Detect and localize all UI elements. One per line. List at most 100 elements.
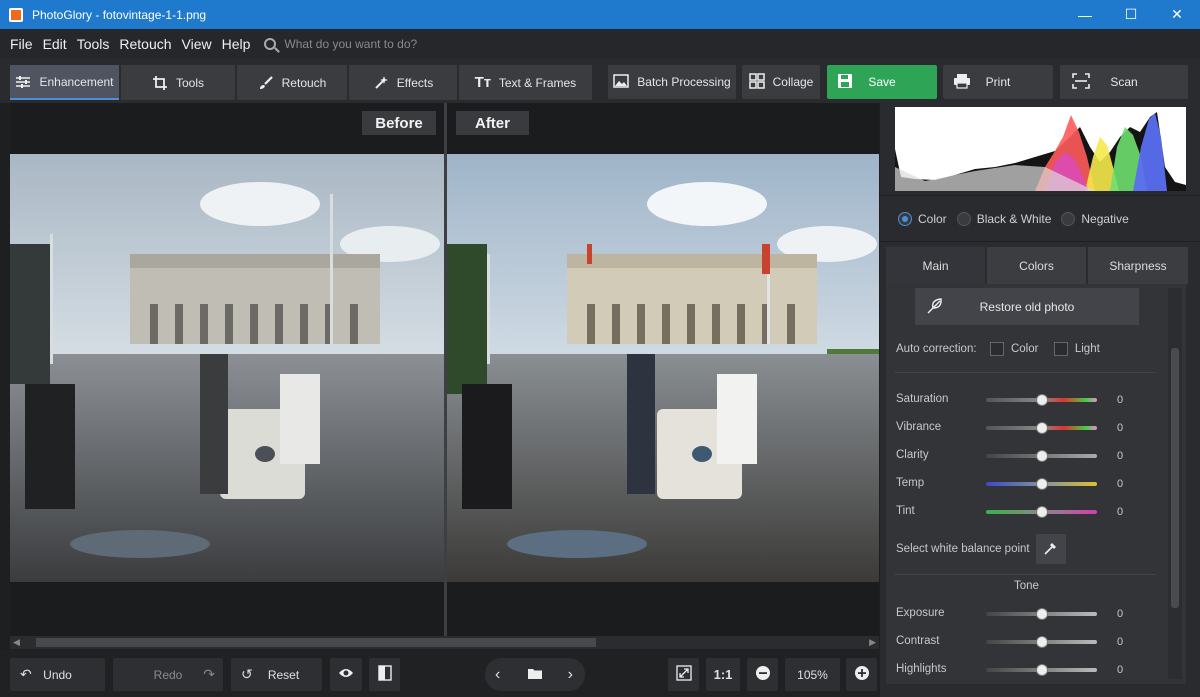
maximize-button[interactable]: ☐ [1108, 0, 1154, 29]
split-view-icon [377, 665, 392, 684]
horizontal-scrollbar[interactable]: ◀ ▶ [10, 636, 879, 649]
search-input[interactable] [284, 37, 485, 51]
scan-button[interactable]: Scan [1060, 65, 1188, 99]
panel-scrollbar[interactable] [1168, 288, 1182, 679]
mode-color-radio[interactable]: Color [898, 212, 947, 226]
tab-label: Text & Frames [498, 75, 577, 90]
photo-canvas[interactable]: Before After [10, 103, 879, 637]
save-button[interactable]: Save [827, 65, 937, 99]
clarity-knob[interactable] [1036, 450, 1048, 462]
menu-help[interactable]: Help [222, 36, 251, 52]
prev-file-icon[interactable]: ‹ [495, 666, 500, 684]
mode-bw-radio[interactable]: Black & White [956, 212, 1051, 226]
vibrance-knob[interactable] [1036, 422, 1048, 434]
auto-light-checkbox[interactable]: Light [1053, 342, 1100, 356]
menu-retouch[interactable]: Retouch [119, 36, 171, 52]
vibrance-label: Vibrance [896, 421, 942, 433]
tab-label: Effects [396, 75, 434, 90]
zoom-out-button[interactable] [747, 658, 778, 691]
compare-button[interactable] [369, 658, 400, 691]
tab-sharpness[interactable]: Sharpness [1088, 247, 1188, 284]
next-file-icon[interactable]: › [568, 666, 573, 684]
tab-label: Enhancement [39, 74, 114, 89]
close-icon: ✕ [1171, 6, 1183, 22]
checkbox-label: Light [1074, 343, 1100, 356]
zoom-in-icon [854, 665, 870, 684]
highlights-value: 0 [1117, 664, 1124, 676]
restore-old-photo-button[interactable]: Restore old photo [915, 288, 1139, 325]
redo-icon: ↷ [203, 666, 215, 682]
highlights-label: Highlights [896, 663, 947, 675]
batch-processing-button[interactable]: Batch Processing [608, 65, 736, 99]
scroll-left-icon[interactable]: ◀ [13, 637, 20, 648]
menu-view[interactable]: View [182, 36, 212, 52]
menu-edit[interactable]: Edit [43, 36, 67, 52]
auto-correction-label: Auto correction: [896, 343, 977, 356]
floppy-disk-icon [837, 73, 853, 92]
tint-knob[interactable] [1036, 506, 1048, 518]
search-area [264, 37, 485, 51]
panel-scroll-thumb[interactable] [1171, 348, 1179, 608]
bottom-bar: ↶ Undo Redo ↷ ↺ Reset ‹ › 1:1 105% [0, 650, 880, 697]
contrast-value: 0 [1117, 636, 1124, 648]
saturation-knob[interactable] [1036, 394, 1048, 406]
tone-heading: Tone [1014, 580, 1039, 592]
contrast-knob[interactable] [1036, 636, 1048, 648]
undo-button[interactable]: ↶ Undo [10, 658, 105, 691]
temp-knob[interactable] [1036, 478, 1048, 490]
main-settings: Restore old photo Auto correction: Color… [886, 284, 1186, 684]
tab-effects[interactable]: Effects [349, 65, 457, 100]
minimize-button[interactable]: — [1062, 0, 1108, 29]
zoom-in-button[interactable] [846, 658, 877, 691]
search-icon [264, 38, 277, 50]
radio-dot [1061, 212, 1076, 226]
menu-tools[interactable]: Tools [77, 36, 110, 52]
scroll-thumb[interactable] [36, 638, 596, 647]
exposure-value: 0 [1117, 608, 1124, 620]
collage-icon [748, 72, 765, 92]
menu-file[interactable]: File [10, 36, 33, 52]
exposure-label: Exposure [896, 607, 945, 619]
exposure-knob[interactable] [1036, 608, 1048, 620]
tab-tools[interactable]: Tools [121, 65, 235, 100]
auto-color-checkbox[interactable]: Color [989, 342, 1038, 356]
radio-dot [956, 212, 971, 226]
collage-button[interactable]: Collage [742, 65, 820, 99]
folder-icon[interactable] [527, 667, 543, 683]
mode-negative-radio[interactable]: Negative [1061, 212, 1129, 226]
app-logo-icon [9, 7, 23, 22]
tab-main[interactable]: Main [886, 247, 985, 284]
sliders-icon [15, 74, 31, 90]
print-button[interactable]: Print [943, 65, 1053, 99]
zoom-out-icon [755, 665, 771, 684]
tab-retouch[interactable]: Retouch [237, 65, 347, 100]
divider [894, 574, 1156, 575]
file-navigation: ‹ › [485, 658, 585, 691]
undo-icon: ↶ [20, 666, 32, 682]
close-button[interactable]: ✕ [1154, 0, 1200, 29]
scan-label: Scan [1110, 75, 1138, 89]
redo-button[interactable]: Redo ↷ [113, 658, 223, 691]
tab-label: Tools [175, 75, 204, 90]
white-balance-picker-button[interactable] [1036, 534, 1066, 564]
tab-colors[interactable]: Colors [987, 247, 1086, 284]
before-badge: Before [362, 111, 436, 135]
scan-icon [1072, 72, 1090, 92]
collage-label: Collage [772, 75, 814, 89]
highlights-knob[interactable] [1036, 664, 1048, 676]
mode-label: Color [918, 212, 947, 226]
zoom-value[interactable]: 105% [785, 658, 840, 691]
tab-enhancement[interactable]: Enhancement [10, 65, 119, 100]
printer-icon [953, 73, 971, 92]
reset-button[interactable]: ↺ Reset [231, 658, 322, 691]
reset-icon: ↺ [241, 666, 253, 682]
toolbar: Enhancement Tools Retouch Effects Tт Tex… [0, 59, 1200, 103]
preview-button[interactable] [330, 658, 362, 691]
fit-screen-button[interactable] [668, 658, 699, 691]
scroll-right-icon[interactable]: ▶ [869, 637, 876, 648]
undo-label: Undo [43, 667, 72, 682]
tab-text-frames[interactable]: Tт Text & Frames [459, 65, 592, 100]
eye-icon [338, 667, 354, 682]
title-bar: PhotoGlory - fotovintage-1-1.png — ☐ ✕ [0, 0, 1200, 29]
actual-size-button[interactable]: 1:1 [706, 658, 740, 691]
